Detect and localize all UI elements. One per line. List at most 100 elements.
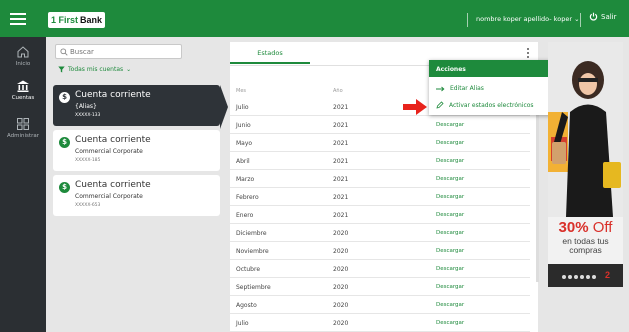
user-name: nombre koper apellido- koper: [476, 15, 572, 23]
ad-carousel-dots[interactable]: [562, 275, 596, 279]
bank-logo[interactable]: 1 First Bank: [48, 12, 106, 28]
account-card[interactable]: $ Cuenta corriente Commercial Corporate …: [53, 175, 220, 216]
year-cell: 2021: [333, 158, 349, 165]
year-cell: 2021: [333, 104, 349, 111]
sidebar: Inicio Cuentas Administrar: [0, 37, 46, 332]
month-cell: Julio: [236, 104, 249, 111]
chevron-down-icon: ⌄: [574, 15, 580, 23]
download-link[interactable]: Descargar: [436, 194, 464, 200]
download-link[interactable]: Descargar: [436, 320, 464, 326]
month-cell: Marzo: [236, 176, 255, 183]
month-cell: Diciembre: [236, 230, 267, 237]
month-cell: Abril: [236, 158, 250, 165]
month-cell: Noviembre: [236, 248, 269, 255]
sidebar-item-cuentas[interactable]: Cuentas: [0, 79, 46, 101]
month-cell: Septiembre: [236, 284, 271, 291]
month-cell: Agosto: [236, 302, 257, 309]
logout-label: Salir: [601, 12, 617, 21]
year-cell: 2020: [333, 248, 349, 255]
year-cell: 2020: [333, 284, 349, 291]
sidebar-item-label: Administrar: [7, 133, 39, 139]
table-row: Abril 2021 Descargar: [230, 152, 530, 170]
ad-off: Off: [592, 219, 613, 236]
home-icon: [17, 46, 29, 58]
sidebar-item-inicio[interactable]: Inicio: [0, 45, 46, 67]
download-link[interactable]: Descargar: [436, 302, 464, 308]
download-link[interactable]: Descargar: [436, 230, 464, 236]
logo-text-first: 1 First: [51, 15, 79, 25]
tab-estados[interactable]: Estados: [230, 42, 310, 64]
ad-line2: compras: [569, 245, 602, 255]
month-cell: Enero: [236, 212, 254, 219]
user-menu[interactable]: nombre koper apellido- koper ⌄: [476, 15, 580, 23]
search-icon: [60, 48, 68, 56]
month-cell: Junio: [236, 122, 251, 129]
dollar-icon: $: [59, 137, 70, 148]
ad-tagline: en todas tus compras: [548, 237, 623, 255]
actions-menu: Acciones Editar Alias Activar estados el…: [429, 60, 552, 115]
arrow-right-icon: [436, 86, 445, 91]
download-link[interactable]: Descargar: [436, 212, 464, 218]
table-row: Enero 2021 Descargar: [230, 206, 530, 224]
year-cell: 2021: [333, 194, 349, 201]
table-row: Febrero 2021 Descargar: [230, 188, 530, 206]
month-cell: Febrero: [236, 194, 259, 201]
account-number: XXXXX-133: [75, 113, 101, 118]
menu-icon[interactable]: [10, 13, 26, 28]
more-options-icon[interactable]: [527, 48, 530, 60]
table-row: Septiembre 2020 Descargar: [230, 278, 530, 296]
account-card[interactable]: $ Cuenta corriente {Alias} XXXXX-133: [53, 85, 220, 126]
ad-percent: 30%: [558, 219, 589, 236]
actions-menu-title: Acciones: [429, 60, 552, 77]
download-link[interactable]: Descargar: [436, 248, 464, 254]
divider: [580, 13, 581, 27]
account-filter-dropdown[interactable]: Todas mis cuentas ⌄: [58, 66, 131, 73]
edit-alias-menu-item[interactable]: Editar Alias: [436, 85, 484, 92]
column-header-month: Mes: [236, 88, 246, 94]
selected-indicator: [220, 85, 228, 129]
table-row: Noviembre 2020 Descargar: [230, 242, 530, 260]
scrollbar[interactable]: [536, 102, 539, 282]
column-header-year: Año: [333, 88, 343, 94]
account-number: XXXXX-653: [75, 203, 101, 208]
download-link[interactable]: Descargar: [436, 158, 464, 164]
table-row: Agosto 2020 Descargar: [230, 296, 530, 314]
logout-button[interactable]: Salir: [589, 12, 617, 21]
year-cell: 2020: [333, 302, 349, 309]
table-row: Marzo 2021 Descargar: [230, 170, 530, 188]
year-cell: 2020: [333, 266, 349, 273]
divider: [467, 13, 468, 27]
power-icon: [589, 12, 598, 21]
logo-text-bank: Bank: [80, 15, 103, 25]
filter-icon: [58, 66, 65, 73]
search-box[interactable]: [55, 44, 182, 59]
table-row: Diciembre 2020 Descargar: [230, 224, 530, 242]
account-subtitle: Commercial Corporate: [75, 148, 143, 155]
download-link[interactable]: Descargar: [436, 284, 464, 290]
sidebar-item-label: Cuentas: [11, 95, 35, 101]
sidebar-item-administrar[interactable]: Administrar: [0, 117, 46, 139]
menu-item-label: Editar Alias: [450, 85, 484, 92]
year-cell: 2021: [333, 122, 349, 129]
activate-electronic-statements-menu-item[interactable]: Activar estados electrónicos: [436, 101, 534, 109]
ad-banner[interactable]: 30% Off en todas tus compras 2: [548, 42, 623, 287]
account-card[interactable]: $ Cuenta corriente Commercial Corporate …: [53, 130, 220, 171]
chevron-down-icon: ⌄: [126, 66, 132, 73]
year-cell: 2021: [333, 176, 349, 183]
year-cell: 2021: [333, 212, 349, 219]
table-row: Junio 2021 Descargar: [230, 116, 530, 134]
search-input[interactable]: [70, 46, 178, 57]
download-link[interactable]: Descargar: [436, 266, 464, 272]
year-cell: 2020: [333, 320, 349, 327]
download-link[interactable]: Descargar: [436, 176, 464, 182]
download-link[interactable]: Descargar: [436, 122, 464, 128]
sidebar-item-label: Inicio: [15, 61, 31, 67]
download-link[interactable]: Descargar: [436, 140, 464, 146]
pencil-icon: [436, 101, 444, 109]
year-cell: 2020: [333, 230, 349, 237]
account-title: Cuenta corriente: [75, 135, 151, 145]
table-row: Octubre 2020 Descargar: [230, 260, 530, 278]
account-title: Cuenta corriente: [75, 90, 151, 100]
account-number: XXXXX-185: [75, 158, 101, 163]
table-row: Julio 2020 Descargar: [230, 314, 530, 332]
